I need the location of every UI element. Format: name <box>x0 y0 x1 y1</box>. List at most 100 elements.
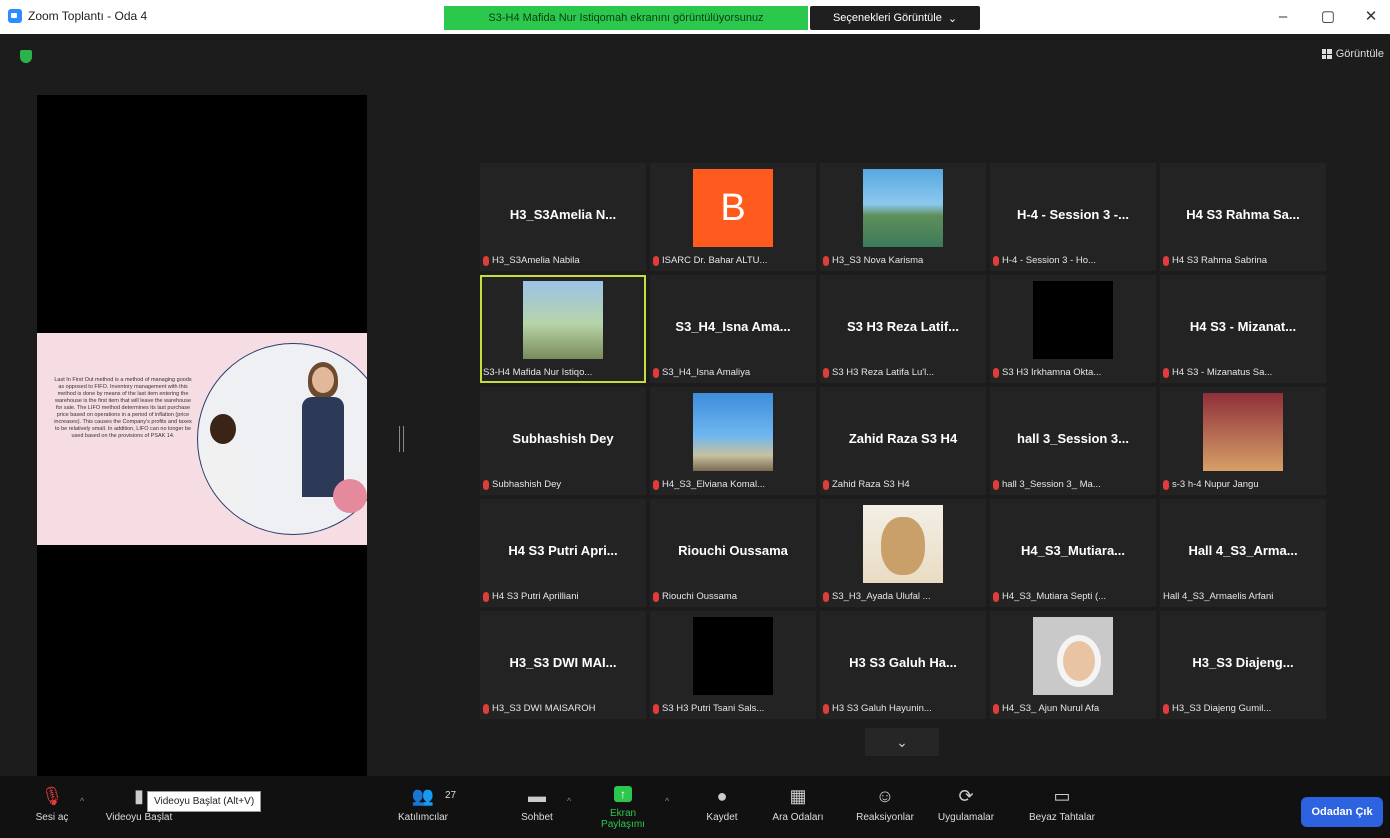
mic-muted-icon <box>483 591 489 602</box>
chat-label: Sohbet <box>521 812 553 823</box>
decorative-circle <box>333 479 367 513</box>
whiteboards-button[interactable]: ▭ Beyaz Tahtalar <box>1024 786 1100 823</box>
participant-name-label: H3_S3 DWI MAISAROH <box>483 703 643 714</box>
reactions-button[interactable]: ☺ Reaksiyonlar <box>852 786 918 823</box>
participant-tile[interactable]: H4 S3 Putri Apri... H4 S3 Putri Aprillian… <box>480 499 646 607</box>
slide-text: Last In First Out method is a method of … <box>54 377 192 439</box>
mic-muted-icon <box>1163 703 1169 714</box>
reactions-label: Reaksiyonlar <box>856 812 914 823</box>
breakout-rooms-icon: ▦ <box>789 786 807 806</box>
mic-muted-icon <box>483 255 489 266</box>
participant-tile[interactable]: S3 H3 Reza Latif... S3 H3 Reza Latifa Lu'… <box>820 275 986 383</box>
participant-tile[interactable]: H3_S3 Diajeng... H3_S3 Diajeng Gumil... <box>1160 611 1326 719</box>
participant-name: H-4 - Session 3 - Ho... <box>1002 255 1096 266</box>
participant-tile[interactable]: Zahid Raza S3 H4 Zahid Raza S3 H4 <box>820 387 986 495</box>
participant-display-name: H4_S3_Mutiara... <box>1020 543 1126 558</box>
person-illustration <box>202 414 242 524</box>
mic-muted-icon <box>823 703 829 714</box>
participant-name: H3_S3Amelia Nabila <box>492 255 580 266</box>
participant-tile[interactable]: B ISARC Dr. Bahar ALTU... <box>650 163 816 271</box>
mic-muted-icon <box>483 479 489 490</box>
security-shield-icon[interactable] <box>20 50 32 63</box>
view-button[interactable]: Görüntüle <box>1321 48 1384 60</box>
participant-name-label: H3 S3 Galuh Hayunin... <box>823 703 983 714</box>
chat-options-caret-icon[interactable]: ^ <box>567 796 571 806</box>
participants-label: Katılımcılar <box>397 812 448 823</box>
gallery-next-page-button[interactable]: ⌄ <box>865 728 939 756</box>
breakout-rooms-button[interactable]: ▦ Ara Odaları <box>770 786 826 823</box>
participant-tile[interactable]: S3 H3 Irkhamna Okta... <box>990 275 1156 383</box>
participant-name-label: S3 H3 Reza Latifa Lu'l... <box>823 367 983 378</box>
participant-name-label: H3_S3Amelia Nabila <box>483 255 643 266</box>
participant-tile[interactable]: Subhashish Dey Subhashish Dey <box>480 387 646 495</box>
participants-button[interactable]: 👥 Katılımcılar <box>393 786 453 823</box>
share-screen-button[interactable]: ↑ Ekran Paylaşımı <box>588 786 658 830</box>
participant-display-name: Subhashish Dey <box>512 431 614 446</box>
chat-button[interactable]: ▬ Sohbet <box>513 786 561 823</box>
participant-tile[interactable]: S3 H3 Putri Tsani Sals... <box>650 611 816 719</box>
start-video-label: Videoyu Başlat <box>105 812 173 823</box>
mic-muted-icon <box>653 703 659 714</box>
participant-name: H3_S3 Diajeng Gumil... <box>1172 703 1272 714</box>
participant-display-name: hall 3_Session 3... <box>1017 431 1129 446</box>
maximize-button[interactable]: ▢ <box>1313 6 1343 28</box>
participant-tile[interactable]: H4_S3_Mutiara... H4_S3_Mutiara Septi (... <box>990 499 1156 607</box>
participant-tile[interactable]: S3_H3_Ayada Ulufal ... <box>820 499 986 607</box>
minimize-button[interactable]: – <box>1268 6 1298 28</box>
participant-display-name: S3 H3 Reza Latif... <box>847 319 959 334</box>
participant-name-label: H4 S3 Putri Aprilliani <box>483 591 643 602</box>
mic-muted-icon <box>823 479 829 490</box>
participant-name-label: ISARC Dr. Bahar ALTU... <box>653 255 813 266</box>
participant-tile[interactable]: H3_S3 DWI MAI... H3_S3 DWI MAISAROH <box>480 611 646 719</box>
leave-room-button[interactable]: Odadan Çık <box>1301 797 1383 827</box>
record-button[interactable]: ● Kaydet <box>700 786 744 823</box>
unmute-button[interactable]: 🎙 Sesi aç <box>30 786 74 823</box>
mic-muted-icon <box>1163 255 1169 266</box>
participant-video <box>1203 393 1283 471</box>
chevron-down-icon: ⌄ <box>947 12 958 25</box>
participant-display-name: H3_S3 Diajeng... <box>1192 655 1294 670</box>
audio-options-caret-icon[interactable]: ^ <box>80 796 84 806</box>
participant-name-label: Riouchi Oussama <box>653 591 813 602</box>
participant-name-label: Zahid Raza S3 H4 <box>823 479 983 490</box>
participant-tile[interactable]: s-3 h-4 Nupur Jangu <box>1160 387 1326 495</box>
participant-tile[interactable]: H4 S3 Rahma Sa... H4 S3 Rahma Sabrina <box>1160 163 1326 271</box>
participant-tile[interactable]: H4_S3_Elviana Komal... <box>650 387 816 495</box>
participant-display-name: H4 S3 - Mizanat... <box>1189 319 1297 334</box>
apps-button[interactable]: ⟳ Uygulamalar <box>934 786 998 823</box>
view-options-dropdown[interactable]: Seçenekleri Görüntüle ⌄ <box>810 6 980 30</box>
whiteboards-label: Beyaz Tahtalar <box>1029 812 1095 823</box>
participant-tile[interactable]: H4 S3 - Mizanat... H4 S3 - Mizanatus Sa..… <box>1160 275 1326 383</box>
participant-name: s-3 h-4 Nupur Jangu <box>1172 479 1259 490</box>
panel-resize-handle[interactable] <box>399 426 404 452</box>
participant-video <box>1033 617 1113 695</box>
participant-name: ISARC Dr. Bahar ALTU... <box>662 255 768 266</box>
participant-tile[interactable]: H3 S3 Galuh Ha... H3 S3 Galuh Hayunin... <box>820 611 986 719</box>
participant-name: H4_S3_Elviana Komal... <box>662 479 765 490</box>
mic-muted-icon <box>993 367 999 378</box>
record-label: Kaydet <box>706 812 738 823</box>
participant-gallery: H3_S3Amelia N... H3_S3Amelia Nabila B ISARC… <box>480 163 1326 719</box>
participant-tile[interactable]: Hall 4_S3_Arma... Hall 4_S3_Armaelis Arfa… <box>1160 499 1326 607</box>
participant-tile[interactable]: H3_S3Amelia N... H3_S3Amelia Nabila <box>480 163 646 271</box>
participant-tile[interactable]: H4_S3_ Ajun Nurul Afa <box>990 611 1156 719</box>
participant-name-label: hall 3_Session 3_ Ma... <box>993 479 1153 490</box>
mic-muted-icon <box>1163 367 1169 378</box>
close-button[interactable]: ✕ <box>1356 6 1386 28</box>
participant-tile[interactable]: S3-H4 Mafida Nur Istiqo... <box>480 275 646 383</box>
participant-name-label: S3_H3_Ayada Ulufal ... <box>823 591 983 602</box>
participant-tile[interactable]: hall 3_Session 3... hall 3_Session 3_ Ma.… <box>990 387 1156 495</box>
participant-name-label: H3_S3 Diajeng Gumil... <box>1163 703 1323 714</box>
screen-share-banner: S3-H4 Mafida Nur Istiqomah ekranını görü… <box>444 6 808 30</box>
participant-tile[interactable]: H3_S3 Nova Karisma <box>820 163 986 271</box>
view-button-label: Görüntüle <box>1335 48 1384 60</box>
participant-name-label: H4 S3 - Mizanatus Sa... <box>1163 367 1323 378</box>
share-options-caret-icon[interactable]: ^ <box>665 796 669 806</box>
participant-tile[interactable]: S3_H4_Isna Ama... S3_H4_Isna Amaliya <box>650 275 816 383</box>
participant-name-label: H3_S3 Nova Karisma <box>823 255 983 266</box>
participant-video <box>693 393 773 471</box>
participant-tile[interactable]: H-4 - Session 3 -... H-4 - Session 3 - Ho… <box>990 163 1156 271</box>
participant-tile[interactable]: Riouchi Oussama Riouchi Oussama <box>650 499 816 607</box>
participant-name-label: s-3 h-4 Nupur Jangu <box>1163 479 1323 490</box>
title-bar: Zoom Toplantı - Oda 4 S3-H4 Mafida Nur I… <box>0 0 1390 34</box>
